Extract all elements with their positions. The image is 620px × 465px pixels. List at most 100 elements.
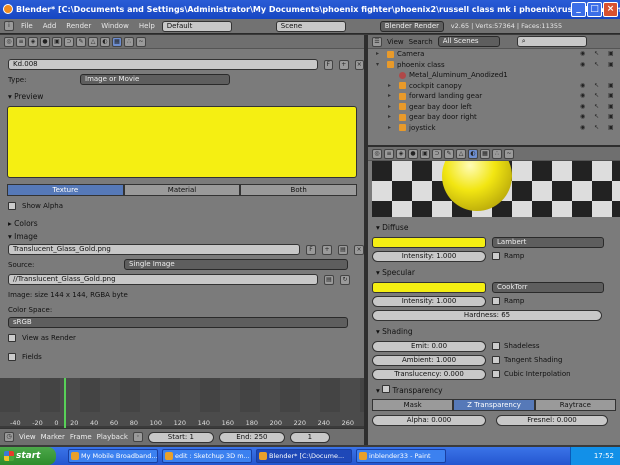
- physics-icon[interactable]: ~: [136, 36, 146, 47]
- material-icon[interactable]: ◐: [100, 36, 110, 47]
- render-engine-select[interactable]: Blender Render: [379, 20, 444, 32]
- visibility-eye-icon[interactable]: ◉: [580, 124, 588, 132]
- visibility-eye-icon[interactable]: ◉: [580, 82, 588, 90]
- taskbar-item-paint[interactable]: inblender33 - Paint: [356, 449, 446, 463]
- editor-type-icon[interactable]: i: [4, 21, 14, 31]
- end-frame-field[interactable]: End: 250: [218, 431, 285, 443]
- object-icon[interactable]: ▣: [420, 148, 430, 159]
- ambient-field[interactable]: Ambient: 1.000: [372, 354, 486, 366]
- emit-field[interactable]: Emit: 0.00: [372, 340, 486, 352]
- visibility-eye-icon[interactable]: ◉: [580, 103, 588, 111]
- shading-section-header[interactable]: ▾ Shading: [368, 325, 620, 338]
- render-layers-icon[interactable]: ≡: [384, 148, 394, 159]
- expand-icon[interactable]: [388, 71, 396, 79]
- modifiers-icon[interactable]: ✎: [76, 36, 86, 47]
- material-icon[interactable]: ◐: [468, 148, 478, 159]
- menu-add[interactable]: Add: [40, 22, 60, 30]
- open-image-icon[interactable]: ▤: [338, 244, 348, 255]
- scene-icon[interactable]: ◈: [28, 36, 38, 47]
- select-arrow-icon[interactable]: ↖: [594, 124, 602, 132]
- outliner-row-landing-gear[interactable]: ▸ forward landing gear ◉ ↖ ▣: [368, 91, 620, 102]
- diffuse-ramp-checkbox[interactable]: [492, 252, 500, 260]
- color-space-select[interactable]: sRGB: [8, 317, 348, 328]
- taskbar-item-broadband[interactable]: My Mobile Broadband...: [68, 449, 158, 463]
- render-camera-icon[interactable]: ▣: [608, 50, 616, 58]
- visibility-eye-icon[interactable]: ◉: [580, 61, 588, 69]
- preview-tab-both[interactable]: Both: [240, 184, 358, 196]
- current-frame-field[interactable]: 1: [289, 431, 330, 443]
- expand-icon[interactable]: ▸: [388, 103, 396, 111]
- select-arrow-icon[interactable]: ↖: [594, 50, 602, 58]
- diffuse-shader-select[interactable]: Lambert: [492, 236, 604, 248]
- preview-tab-material[interactable]: Material: [123, 184, 241, 196]
- render-camera-icon[interactable]: ▣: [608, 61, 616, 69]
- expand-icon[interactable]: ▸: [388, 124, 396, 132]
- modifiers-icon[interactable]: ✎: [444, 148, 454, 159]
- outliner-row-material[interactable]: Metal_Aluminum_Anodized1: [368, 70, 620, 81]
- image-fake-user-icon[interactable]: F: [306, 244, 316, 255]
- data-icon[interactable]: △: [456, 148, 466, 159]
- close-button[interactable]: ×: [603, 2, 618, 17]
- transparency-mask-button[interactable]: Mask: [372, 399, 454, 411]
- timeline-menu-frame[interactable]: Frame: [70, 433, 92, 441]
- expand-icon[interactable]: ▸: [376, 50, 384, 58]
- outliner-search-menu[interactable]: Search: [409, 38, 433, 46]
- timeline-menu-marker[interactable]: Marker: [41, 433, 65, 441]
- world-icon[interactable]: ●: [40, 36, 50, 47]
- unlink-image-icon[interactable]: ×: [354, 244, 364, 255]
- timeline-editor-icon[interactable]: ◷: [4, 432, 14, 442]
- outliner-row-phoenix-class[interactable]: ▾ phoenix class ◉ ↖ ▣: [368, 60, 620, 71]
- specular-intensity-field[interactable]: Intensity: 1.000: [372, 295, 486, 307]
- alpha-field[interactable]: Alpha: 0.000: [372, 414, 486, 426]
- constraints-icon[interactable]: ⊃: [64, 36, 74, 47]
- render-camera-icon[interactable]: ▣: [608, 124, 616, 132]
- render-camera-icon[interactable]: ▣: [608, 113, 616, 121]
- diffuse-color-swatch[interactable]: [372, 236, 486, 248]
- start-frame-field[interactable]: Start: 1: [147, 431, 214, 443]
- transparency-z-button[interactable]: Z Transparency: [453, 399, 535, 411]
- outliner-row-cockpit[interactable]: ▸ cockpit canopy ◉ ↖ ▣: [368, 81, 620, 92]
- collapse-icon[interactable]: ▾: [376, 61, 384, 69]
- specular-color-swatch[interactable]: [372, 281, 486, 293]
- preview-section-header[interactable]: ▾ Preview: [0, 90, 364, 103]
- cubic-interpolation-checkbox[interactable]: [492, 370, 500, 378]
- camera-icon[interactable]: ◎: [4, 36, 14, 47]
- image-source-select[interactable]: Single Image: [124, 259, 348, 270]
- maximize-button[interactable]: □: [587, 2, 602, 17]
- outliner-scope-select[interactable]: All Scenes: [437, 36, 500, 47]
- tangent-shading-checkbox[interactable]: [492, 356, 500, 364]
- outliner-row-camera[interactable]: ▸ Camera ◉ ↖ ▣: [368, 49, 620, 60]
- render-camera-icon[interactable]: ▣: [608, 103, 616, 111]
- visibility-eye-icon[interactable]: ◉: [580, 50, 588, 58]
- hardness-field[interactable]: Hardness: 65: [372, 309, 602, 321]
- outliner-editor-icon[interactable]: ☰: [372, 36, 382, 47]
- select-arrow-icon[interactable]: ↖: [594, 82, 602, 90]
- menu-help[interactable]: Help: [136, 22, 158, 30]
- reload-image-icon[interactable]: ↻: [340, 274, 350, 285]
- texture-icon[interactable]: ▦: [112, 36, 122, 47]
- texture-name-field[interactable]: Kd.008: [8, 59, 318, 70]
- layout-selector[interactable]: Default: [161, 20, 232, 32]
- timeline-area[interactable]: -40 -20 0 20 40 60 80 100 120 140 160 18…: [0, 378, 364, 428]
- physics-icon[interactable]: ~: [504, 148, 514, 159]
- render-camera-icon[interactable]: ▣: [608, 82, 616, 90]
- timeline-menu-view[interactable]: View: [19, 433, 36, 441]
- texture-icon[interactable]: ▦: [480, 148, 490, 159]
- constraints-icon[interactable]: ⊃: [432, 148, 442, 159]
- shadeless-checkbox[interactable]: [492, 342, 500, 350]
- transparency-raytrace-button[interactable]: Raytrace: [534, 399, 616, 411]
- scene-selector[interactable]: Scene: [275, 20, 346, 32]
- image-filepath-field[interactable]: //Translucent_Glass_Gold.png: [8, 274, 318, 285]
- image-name-field[interactable]: Translucent_Glass_Gold.png: [8, 244, 300, 255]
- menu-render[interactable]: Render: [63, 22, 94, 30]
- translucency-field[interactable]: Translucency: 0.000: [372, 368, 486, 380]
- scene-icon[interactable]: ◈: [396, 148, 406, 159]
- timeline-menu-playback[interactable]: Playback: [97, 433, 128, 441]
- particles-icon[interactable]: ∴: [492, 148, 502, 159]
- new-image-icon[interactable]: +: [322, 244, 332, 255]
- world-icon[interactable]: ●: [408, 148, 418, 159]
- outliner-search-input[interactable]: ⌕: [516, 36, 587, 47]
- texture-type-select[interactable]: Image or Movie: [80, 74, 230, 85]
- add-texture-icon[interactable]: +: [339, 59, 349, 70]
- start-button[interactable]: start: [0, 447, 56, 465]
